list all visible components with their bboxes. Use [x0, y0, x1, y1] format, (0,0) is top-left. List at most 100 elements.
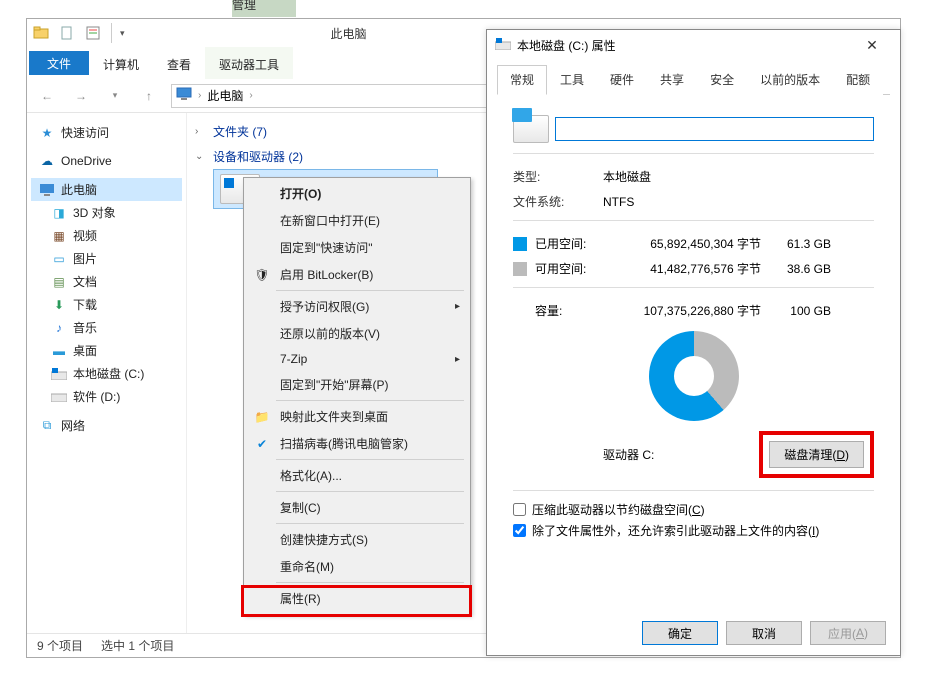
dialog-footer: 确定 取消 应用(A): [642, 621, 886, 645]
capacity-bytes: 107,375,226,880 字节: [611, 302, 761, 319]
nav-network[interactable]: ⧉网络: [31, 414, 182, 437]
nav-up-icon[interactable]: ↑: [137, 84, 161, 108]
window-title: 此电脑: [331, 25, 367, 42]
nav-desktop[interactable]: ▬桌面: [31, 339, 182, 362]
index-checkbox[interactable]: [513, 524, 526, 537]
tab-sharing[interactable]: 共享: [647, 65, 697, 95]
drive-caption: 驱动器 C:: [603, 446, 654, 463]
drive-icon: [51, 366, 67, 382]
index-label: 除了文件属性外，还允许索引此驱动器上文件的内容(I): [532, 522, 819, 539]
volume-name-input[interactable]: [555, 117, 874, 141]
nav-videos[interactable]: ▦视频: [31, 224, 182, 247]
chevron-right-icon[interactable]: ›: [196, 90, 203, 101]
nav-pictures[interactable]: ▭图片: [31, 247, 182, 270]
highlight-box: 磁盘清理(D): [759, 431, 874, 478]
status-selected-count: 选中 1 个项目: [101, 637, 174, 654]
download-icon: ⬇: [51, 297, 67, 313]
ctx-properties[interactable]: 属性(R): [246, 585, 468, 612]
new-doc-icon[interactable]: [57, 23, 77, 43]
ctx-bitlocker[interactable]: 🛡启用 BitLocker(B): [246, 261, 468, 288]
ctx-open-new-window[interactable]: 在新窗口中打开(E): [246, 207, 468, 234]
free-legend-swatch: [513, 262, 527, 276]
close-button[interactable]: ✕: [852, 31, 892, 59]
properties-qat-icon[interactable]: [83, 23, 103, 43]
qat-dropdown-icon[interactable]: ▾: [120, 28, 125, 39]
ctx-create-shortcut[interactable]: 创建快捷方式(S): [246, 526, 468, 553]
music-icon: ♪: [51, 320, 67, 336]
chevron-right-icon: ▸: [455, 354, 460, 365]
used-legend-swatch: [513, 237, 527, 251]
nav-music[interactable]: ♪音乐: [31, 316, 182, 339]
dialog-titlebar: 本地磁盘 (C:) 属性 ✕: [487, 30, 900, 60]
disk-cleanup-button[interactable]: 磁盘清理(D): [769, 441, 864, 468]
index-checkbox-row[interactable]: 除了文件属性外，还允许索引此驱动器上文件的内容(I): [513, 522, 874, 539]
ctx-format[interactable]: 格式化(A)...: [246, 462, 468, 489]
nav-quick-access[interactable]: ★快速访问: [31, 121, 182, 144]
usage-donut-chart: [649, 331, 739, 421]
monitor-icon: [39, 182, 55, 198]
filesystem-value: NTFS: [603, 195, 874, 209]
nav-drive-c[interactable]: 本地磁盘 (C:): [31, 362, 182, 385]
ok-button[interactable]: 确定: [642, 621, 718, 645]
tab-view[interactable]: 查看: [153, 47, 205, 79]
tab-security[interactable]: 安全: [697, 65, 747, 95]
drive-icon: [51, 389, 67, 405]
ctx-open[interactable]: 打开(O): [246, 180, 468, 207]
tab-general[interactable]: 常规: [497, 65, 547, 95]
chevron-right-icon[interactable]: ›: [195, 126, 207, 137]
free-label: 可用空间:: [535, 260, 611, 277]
ctx-scan-virus[interactable]: ✔扫描病毒(腾讯电脑管家): [246, 430, 468, 457]
folder-icon: [31, 23, 51, 43]
document-icon: ▤: [51, 274, 67, 290]
ctx-grant-access[interactable]: 授予访问权限(G)▸: [246, 293, 468, 320]
tab-previous-versions[interactable]: 以前的版本: [747, 65, 833, 95]
cube-icon: ◨: [51, 205, 67, 221]
breadcrumb-segment[interactable]: 此电脑: [207, 87, 243, 104]
compress-checkbox-row[interactable]: 压缩此驱动器以节约磁盘空间(C): [513, 501, 874, 518]
used-bytes: 65,892,450,304 字节: [611, 235, 761, 252]
image-icon: ▭: [51, 251, 67, 267]
chevron-right-icon[interactable]: ›: [247, 90, 254, 101]
monitor-icon: [176, 87, 192, 104]
tab-computer[interactable]: 计算机: [89, 47, 153, 79]
nav-this-pc[interactable]: 此电脑: [31, 178, 182, 201]
ctx-copy[interactable]: 复制(C): [246, 494, 468, 521]
ctx-7zip[interactable]: 7-Zip▸: [246, 347, 468, 371]
ctx-restore-previous[interactable]: 还原以前的版本(V): [246, 320, 468, 347]
shield-icon: 🛡: [254, 267, 270, 283]
nav-forward-icon: →: [69, 84, 93, 108]
apply-button[interactable]: 应用(A): [810, 621, 886, 645]
context-menu: 打开(O) 在新窗口中打开(E) 固定到"快速访问" 🛡启用 BitLocker…: [243, 177, 471, 615]
nav-onedrive[interactable]: ☁OneDrive: [31, 150, 182, 172]
tab-hardware[interactable]: 硬件: [597, 65, 647, 95]
file-tab[interactable]: 文件: [29, 51, 89, 75]
tab-drive-tools[interactable]: 驱动器工具: [205, 47, 293, 79]
nav-3d-objects[interactable]: ◨3D 对象: [31, 201, 182, 224]
type-label: 类型:: [513, 168, 603, 185]
cancel-button[interactable]: 取消: [726, 621, 802, 645]
filesystem-label: 文件系统:: [513, 193, 603, 210]
contextual-tab-header: 管理: [232, 0, 296, 17]
nav-downloads[interactable]: ⬇下载: [31, 293, 182, 316]
film-icon: ▦: [51, 228, 67, 244]
tab-quota[interactable]: 配额: [833, 65, 883, 95]
ctx-pin-start[interactable]: 固定到"开始"屏幕(P): [246, 371, 468, 398]
compress-checkbox[interactable]: [513, 503, 526, 516]
ctx-pin-quick-access[interactable]: 固定到"快速访问": [246, 234, 468, 261]
nav-pane: ★快速访问 ☁OneDrive 此电脑 ◨3D 对象 ▦视频 ▭图片 ▤文档 ⬇…: [27, 113, 187, 633]
ctx-rename[interactable]: 重命名(M): [246, 553, 468, 580]
network-icon: ⧉: [39, 418, 55, 434]
used-human: 61.3 GB: [761, 237, 831, 251]
capacity-label: 容量:: [513, 302, 611, 319]
used-label: 已用空间:: [535, 235, 611, 252]
tab-tools[interactable]: 工具: [547, 65, 597, 95]
status-item-count: 9 个项目: [37, 637, 83, 654]
chevron-down-icon[interactable]: ⌄: [195, 151, 207, 162]
type-value: 本地磁盘: [603, 168, 874, 185]
nav-drive-d[interactable]: 软件 (D:): [31, 385, 182, 408]
nav-documents[interactable]: ▤文档: [31, 270, 182, 293]
free-bytes: 41,482,776,576 字节: [611, 260, 761, 277]
compress-label: 压缩此驱动器以节约磁盘空间(C): [532, 501, 705, 518]
nav-recent-icon[interactable]: ▾: [103, 84, 127, 108]
ctx-map-to-desktop[interactable]: 📁映射此文件夹到桌面: [246, 403, 468, 430]
